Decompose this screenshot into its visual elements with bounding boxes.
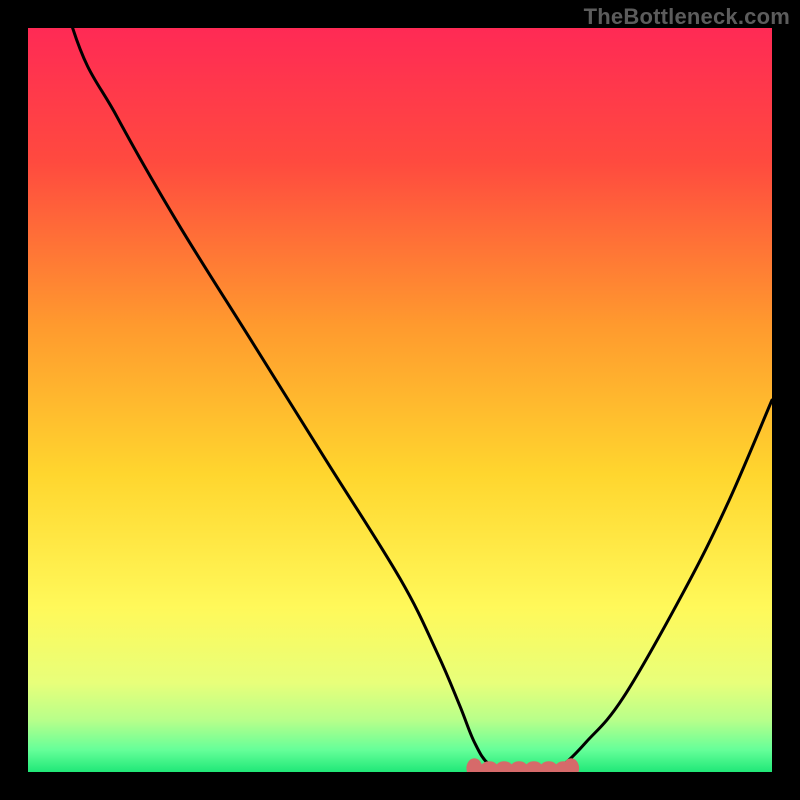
trough-marker: [466, 758, 482, 772]
plot-area: [28, 28, 772, 772]
chart-frame: TheBottleneck.com: [0, 0, 800, 800]
bottleneck-curve: [28, 28, 772, 772]
watermark-text: TheBottleneck.com: [584, 4, 790, 30]
trough-marker: [563, 758, 579, 772]
